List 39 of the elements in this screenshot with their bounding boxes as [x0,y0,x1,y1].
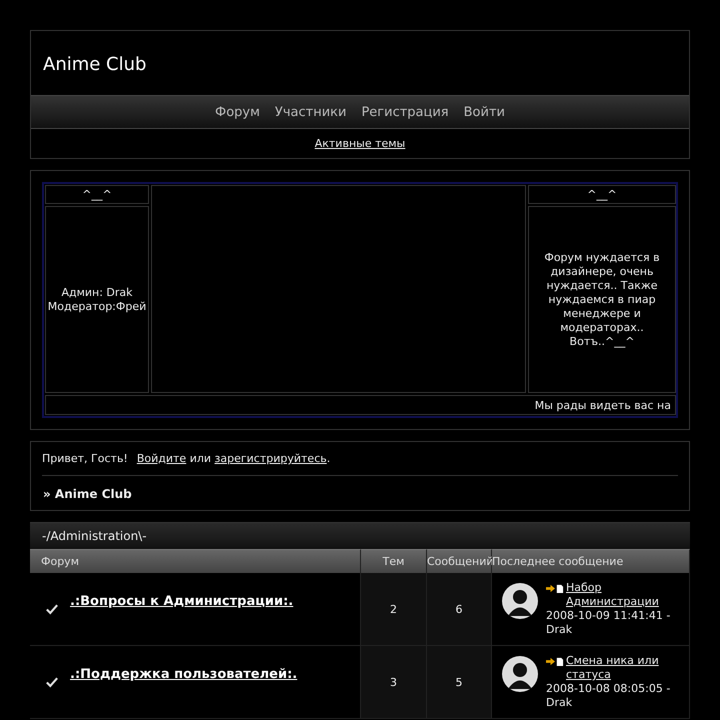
post-count: 5 [427,646,492,719]
column-header: Форум [30,549,361,573]
register-link[interactable]: зарегистрируйтесь [214,452,327,465]
last-post-time: 2008-10-09 11:41:41 - Drak [546,609,672,637]
site-title: Anime Club [42,53,148,77]
nav-link[interactable]: Войти [464,104,505,120]
avatar-icon [502,656,538,692]
breadcrumb: » Anime Club [42,486,133,503]
login-link[interactable]: Войдите [136,452,186,465]
greeting-text: Привет, Гость! [42,452,128,465]
last-post-time: 2008-10-08 08:05:05 - Drak [546,682,672,710]
forum-link[interactable]: .:Поддержка пользователей:. [70,666,298,682]
column-header: Сообщений [427,549,492,573]
post-count: 6 [427,573,492,646]
punctuation: . [326,452,330,465]
or-text: или [188,452,212,465]
checkmark-icon [46,604,58,614]
nav-link[interactable]: Регистрация [361,104,449,120]
category-title: -/Administration\- [30,522,690,549]
nav-link[interactable]: Форум [215,104,260,120]
checkmark-icon [46,676,58,688]
topic-count: 3 [361,646,427,719]
forum-link[interactable]: .:Вопросы к Администрации:. [70,594,294,608]
column-header: Тем [361,549,427,573]
nav-link[interactable]: Участники [274,104,346,120]
staff-text: Модератор:Фрей [48,300,146,314]
last-post-link[interactable]: Смена ника или статуса [566,654,689,682]
topic-count: 2 [361,573,427,646]
announcement-text: Форум нуждается в дизайнере, очень нуждается.. Также нуждаемся в пиар менеджере и модераторах.. Вотъ..^__^ [528,206,676,393]
panel-title: ^__^ [45,185,149,204]
marquee-text: Мы рады видеть вас на [45,395,676,415]
arrow-document-icon [546,657,564,666]
column-header: Последнее сообщение [492,549,690,573]
last-post-link[interactable]: Набор Администрации [566,581,689,609]
active-topics-link[interactable]: Активные темы [314,137,406,150]
arrow-document-icon [546,584,564,593]
panel-title: ^__^ [528,185,676,204]
staff-text: Админ: Drak [61,286,133,300]
avatar-icon [502,583,538,619]
